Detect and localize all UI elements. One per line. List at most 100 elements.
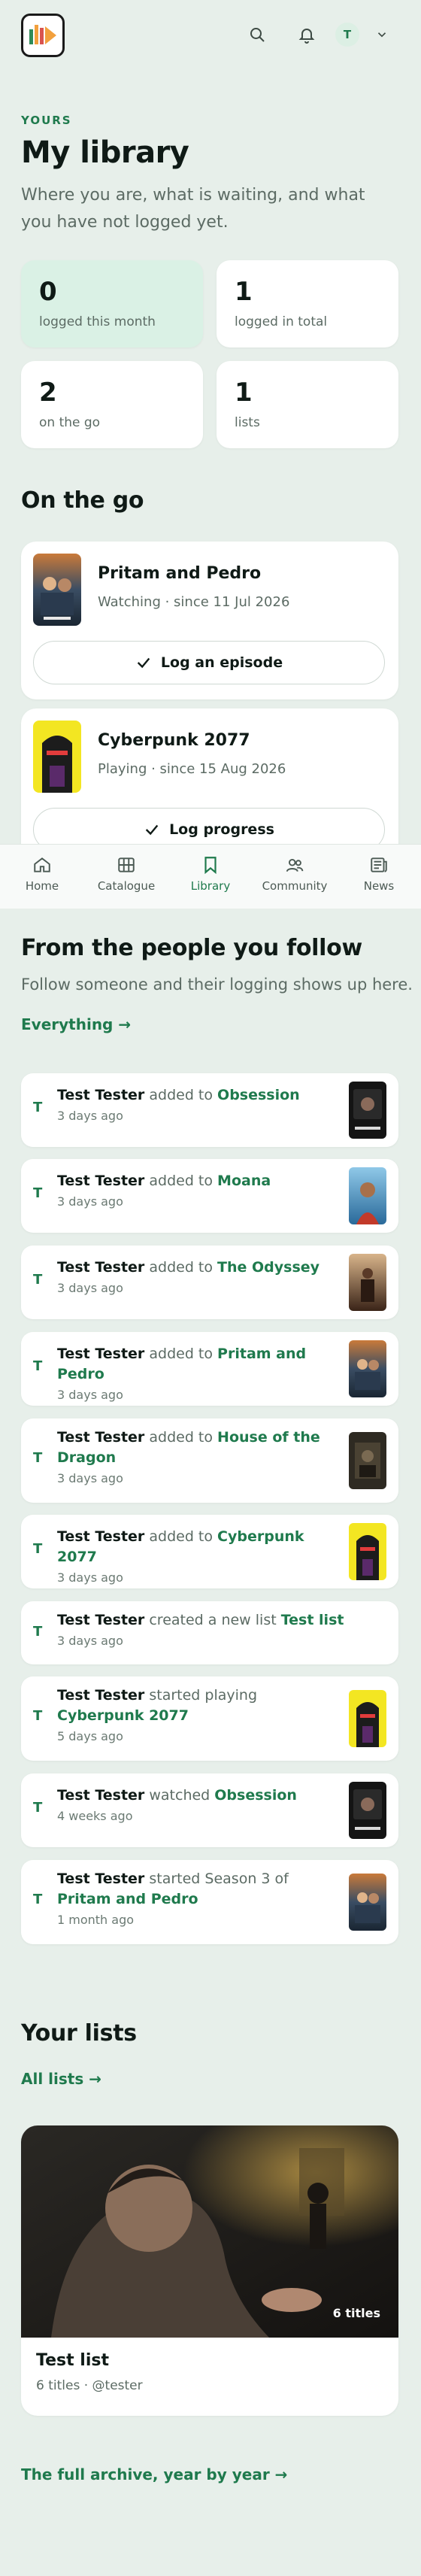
search-icon[interactable] <box>247 24 268 45</box>
poster-thumbnail <box>349 1340 386 1397</box>
poster-thumbnail <box>349 1782 386 1839</box>
user-initial: T <box>33 1450 43 1466</box>
stat-label: lists <box>235 415 260 430</box>
nav-item-catalogue[interactable]: Catalogue <box>84 845 168 909</box>
feed-user[interactable]: Test Tester <box>57 1173 144 1189</box>
log-episode-button[interactable]: Log an episode <box>33 641 385 684</box>
feed-object[interactable]: Obsession <box>217 1087 300 1103</box>
user-initial: T <box>33 1800 43 1816</box>
feed-object[interactable]: Cyberpunk 2077 <box>57 1707 189 1724</box>
nav-item-news[interactable]: News <box>337 845 421 909</box>
feed-action: watched <box>149 1787 210 1804</box>
feed-title: From the people you follow <box>21 935 362 961</box>
bell-icon[interactable] <box>296 24 317 45</box>
feed-object[interactable]: Moana <box>217 1173 271 1189</box>
feed-text: Test Tester created a new list Test list… <box>57 1610 380 1649</box>
feed-user[interactable]: Test Tester <box>57 1429 144 1446</box>
poster-thumbnail <box>349 1082 386 1139</box>
feed-action: added to <box>149 1087 213 1103</box>
feed-object[interactable]: Obsession <box>214 1787 297 1804</box>
nav-label: News <box>363 879 395 893</box>
feed-item[interactable]: T Test Tester started playing Cyberpunk … <box>21 1676 398 1761</box>
feed-user[interactable]: Test Tester <box>57 1687 144 1704</box>
feed-text: Test Tester added to Pritam and Pedro 3 d… <box>57 1344 335 1403</box>
feed-item[interactable]: T Test Tester added to Cyberpunk 2077 3 d… <box>21 1515 398 1588</box>
feed-action: created a new list <box>149 1612 277 1628</box>
feed-text: Test Tester started playing Cyberpunk 20… <box>57 1685 335 1744</box>
poster-thumbnail <box>349 1874 386 1931</box>
poster-thumbnail <box>349 1432 386 1489</box>
feed-user[interactable]: Test Tester <box>57 1871 144 1887</box>
on-the-go-card[interactable]: Cyberpunk 2077 Playing · since 15 Aug 20… <box>21 708 398 866</box>
nav-label: Library <box>190 879 231 893</box>
title-name[interactable]: Pritam and Pedro <box>98 564 261 583</box>
feed-item[interactable]: T Test Tester created a new list Test li… <box>21 1601 398 1664</box>
chevron-down-icon[interactable] <box>371 24 392 45</box>
everything-link[interactable]: Everything → <box>21 1015 131 1033</box>
app-logo[interactable] <box>21 14 65 57</box>
title-name[interactable]: Cyberpunk 2077 <box>98 731 250 750</box>
feed-object[interactable]: The Odyssey <box>217 1259 320 1276</box>
feed-user[interactable]: Test Tester <box>57 1787 144 1804</box>
archive-link[interactable]: The full archive, year by year → <box>21 2465 287 2483</box>
newspaper-icon <box>371 857 387 872</box>
feed-user[interactable]: Test Tester <box>57 1259 144 1276</box>
all-lists-link[interactable]: All lists → <box>21 2070 101 2088</box>
nav-label: Home <box>25 879 59 893</box>
stat-logged-total: 1 logged in total <box>217 260 398 347</box>
feed-item[interactable]: T Test Tester watched Obsession 4 weeks a… <box>21 1773 398 1847</box>
feed-action: started Season 3 of <box>149 1871 289 1887</box>
feed-text: Test Tester added to The Odyssey 3 days a… <box>57 1258 335 1296</box>
feed-time: 3 days ago <box>57 1194 123 1209</box>
user-initial: T <box>33 1272 43 1288</box>
check-icon <box>145 824 159 836</box>
stat-value: 2 <box>39 378 57 408</box>
nav-item-home[interactable]: Home <box>0 845 84 909</box>
feed-item[interactable]: T Test Tester started Season 3 of Pritam… <box>21 1860 398 1944</box>
feed-time: 4 weeks ago <box>57 1809 133 1823</box>
poster-thumbnail <box>349 1690 386 1747</box>
feed-action: added to <box>149 1528 213 1545</box>
feed-time: 5 days ago <box>57 1729 123 1743</box>
stat-label: logged this month <box>39 314 156 329</box>
button-label: Log an episode <box>160 654 283 671</box>
list-name[interactable]: Test list <box>36 2351 109 2370</box>
nav-label: Community <box>262 879 328 893</box>
app-header: T <box>0 0 421 72</box>
on-the-go-card[interactable]: Pritam and Pedro Watching · since 11 Jul… <box>21 542 398 699</box>
home-icon <box>34 857 50 872</box>
title-status: Watching · since 11 Jul 2026 <box>98 594 290 610</box>
feed-item[interactable]: T Test Tester added to House of the Drag… <box>21 1418 398 1503</box>
list-meta: 6 titles · @tester <box>36 2378 143 2393</box>
feed-user[interactable]: Test Tester <box>57 1612 144 1628</box>
user-initial: T <box>33 1708 43 1724</box>
feed-text: Test Tester added to Moana 3 days ago <box>57 1171 335 1209</box>
bottom-navigation: Home Catalogue Library Community News <box>0 844 421 909</box>
stat-lists: 1 lists <box>217 361 398 448</box>
feed-user[interactable]: Test Tester <box>57 1346 144 1362</box>
feed-time: 3 days ago <box>57 1570 123 1585</box>
feed-action: added to <box>149 1259 213 1276</box>
feed-item[interactable]: T Test Tester added to Obsession 3 days a… <box>21 1073 398 1147</box>
feed-time: 3 days ago <box>57 1388 123 1402</box>
feed-item[interactable]: T Test Tester added to Moana 3 days ago <box>21 1159 398 1233</box>
nav-item-community[interactable]: Community <box>253 845 337 909</box>
nav-item-library[interactable]: Library <box>168 845 253 909</box>
feed-action: started playing <box>149 1687 258 1704</box>
stat-label: on the go <box>39 415 101 430</box>
feed-item[interactable]: T Test Tester added to The Odyssey 3 days… <box>21 1246 398 1319</box>
feed-time: 3 days ago <box>57 1634 123 1648</box>
feed-object[interactable]: Test list <box>281 1612 344 1628</box>
user-initial: T <box>33 1358 43 1374</box>
feed-text: Test Tester watched Obsession 4 weeks ago <box>57 1786 335 1824</box>
list-count-badge: 6 titles <box>332 2306 380 2320</box>
feed-user[interactable]: Test Tester <box>57 1087 144 1103</box>
list-card[interactable]: 6 titles Test list 6 titles · @tester <box>21 2125 398 2416</box>
on-the-go-title: On the go <box>21 487 144 514</box>
feed-user[interactable]: Test Tester <box>57 1528 144 1545</box>
feed-item[interactable]: T Test Tester added to Pritam and Pedro 3… <box>21 1332 398 1406</box>
user-avatar[interactable]: T <box>335 23 359 47</box>
feed-object[interactable]: Pritam and Pedro <box>57 1891 198 1907</box>
your-lists-title: Your lists <box>21 2020 137 2047</box>
user-initial: T <box>33 1541 43 1557</box>
